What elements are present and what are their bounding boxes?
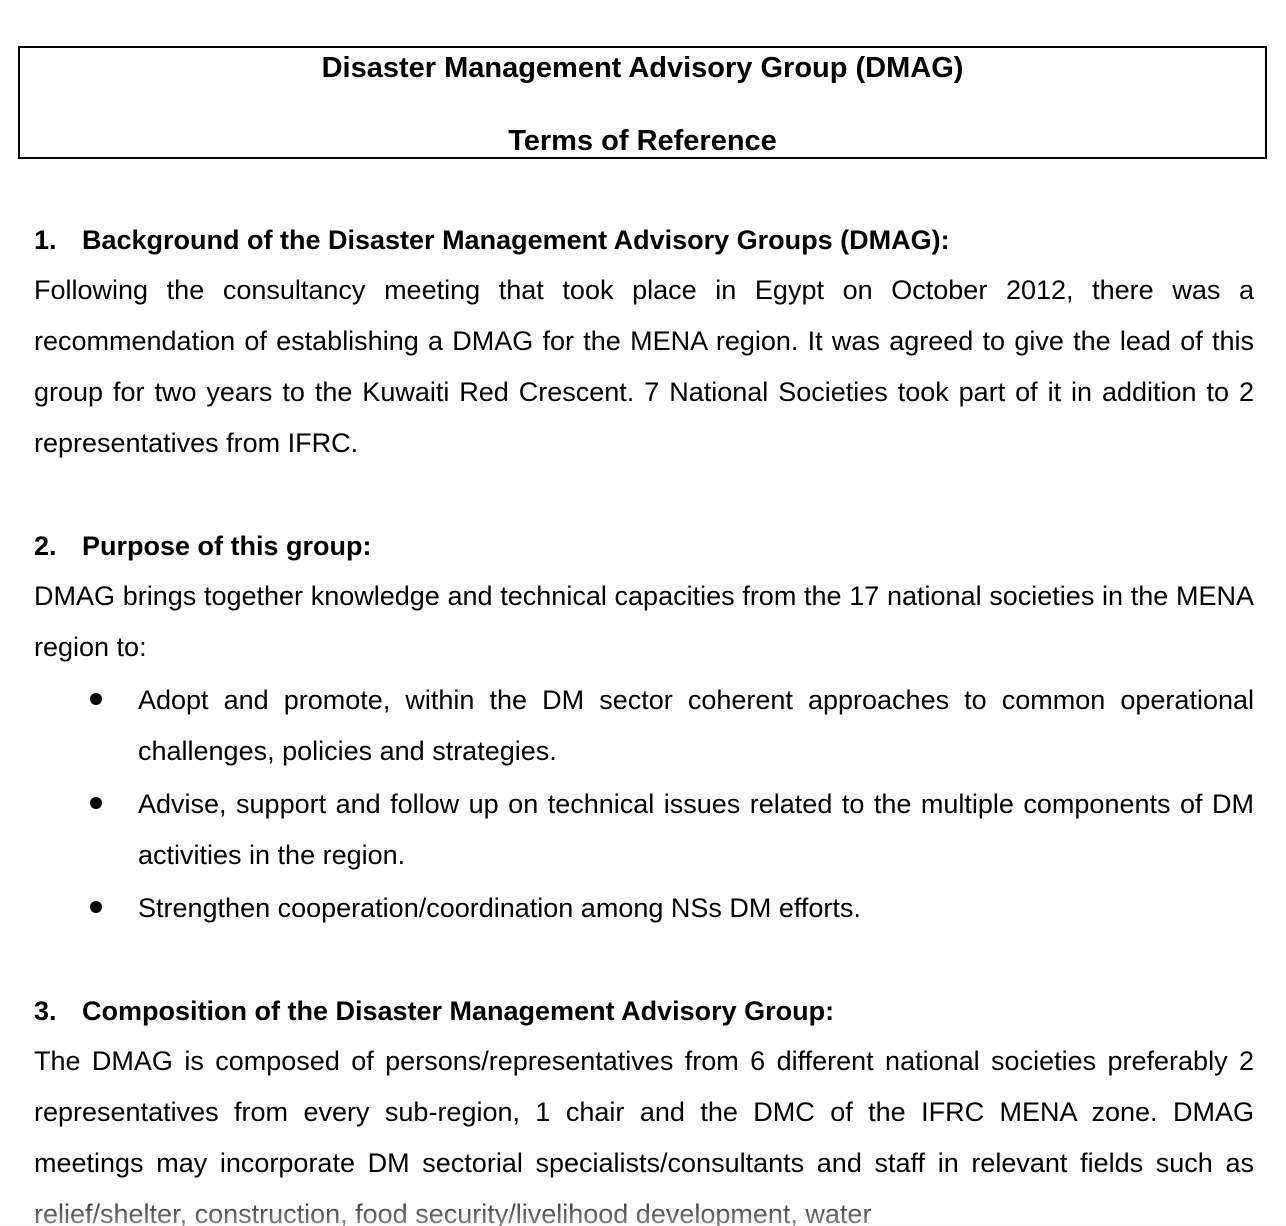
section-heading-text: Background of the Disaster Management Ad…: [82, 225, 950, 255]
bullet-icon: [90, 797, 102, 809]
document-subtitle: Terms of Reference: [508, 125, 777, 157]
bullet-icon: [90, 901, 102, 913]
purpose-bullet-list: Adopt and promote, within the DM sector …: [34, 675, 1254, 936]
list-item-text: Strengthen cooperation/coordination amon…: [138, 893, 861, 923]
bullet-icon: [90, 693, 102, 705]
title-box: Disaster Management Advisory Group (DMAG…: [18, 46, 1267, 159]
section-2-heading: 2. Purpose of this group:: [34, 529, 372, 563]
list-item-text: Adopt and promote, within the DM sector …: [138, 685, 1254, 766]
section-number: 1.: [34, 225, 57, 255]
document-page: Disaster Management Advisory Group (DMAG…: [0, 0, 1286, 1226]
document-title: Disaster Management Advisory Group (DMAG…: [321, 52, 964, 84]
list-item: Strengthen cooperation/coordination amon…: [34, 883, 1254, 934]
section-1-paragraph: Following the consultancy meeting that t…: [34, 275, 1254, 458]
section-1-heading: 1. Background of the Disaster Management …: [34, 223, 950, 257]
section-heading-text: Composition of the Disaster Management A…: [82, 996, 835, 1026]
section-3-heading: 3. Composition of the Disaster Management…: [34, 994, 834, 1028]
section-2-paragraph: DMAG brings together knowledge and techn…: [34, 581, 1254, 662]
section-3-paragraph: The DMAG is composed of persons/represen…: [34, 1046, 1254, 1226]
section-number: 2.: [34, 531, 57, 561]
list-item-text: Advise, support and follow up on technic…: [138, 789, 1254, 870]
section-heading-text: Purpose of this group:: [82, 531, 372, 561]
list-item: Adopt and promote, within the DM sector …: [34, 675, 1254, 777]
list-item: Advise, support and follow up on technic…: [34, 779, 1254, 881]
section-number: 3.: [34, 996, 57, 1026]
